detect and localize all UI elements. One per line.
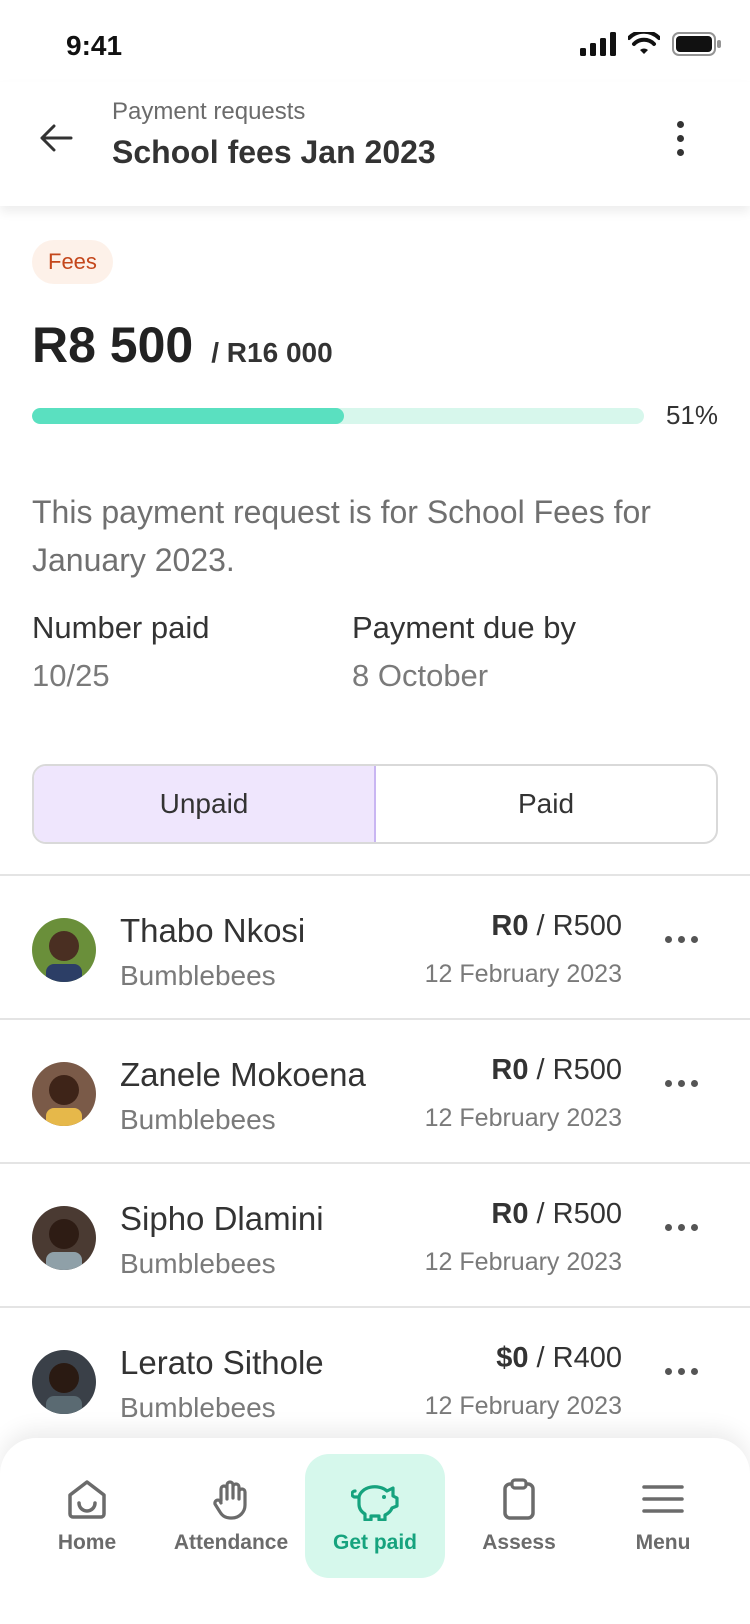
list-item[interactable]: Thabo Nkosi Bumblebees R0 / R500 12 Febr…: [0, 874, 750, 1018]
children-list: Thabo Nkosi Bumblebees R0 / R500 12 Febr…: [0, 874, 750, 1450]
more-options-button[interactable]: [662, 112, 698, 164]
child-name: Lerato Sithole: [120, 1344, 324, 1381]
list-item[interactable]: Sipho Dlamini Bumblebees R0 / R500 12 Fe…: [0, 1162, 750, 1306]
child-amount: R0 / R500: [491, 1198, 622, 1230]
avatar: [32, 1206, 96, 1270]
list-item[interactable]: Zanele Mokoena Bumblebees R0 / R500 12 F…: [0, 1018, 750, 1162]
clipboard-icon: [503, 1478, 535, 1520]
progress-percent: 51%: [665, 400, 718, 430]
dot-icon: [676, 134, 684, 142]
hand-icon: [213, 1480, 247, 1520]
nav-attendance-label: Attendance: [173, 1531, 289, 1554]
child-group: Bumblebees: [120, 960, 276, 991]
dot-icon: [678, 1224, 685, 1231]
dot-icon: [691, 936, 698, 943]
tab-paid[interactable]: Paid: [376, 766, 716, 842]
bottom-navigation: Home Attendance Get paid Assess Menu: [0, 1438, 750, 1624]
home-icon: [68, 1480, 106, 1519]
dot-icon: [691, 1080, 698, 1087]
nav-home[interactable]: Home: [17, 1454, 157, 1578]
row-more-button[interactable]: [665, 1224, 698, 1231]
battery-icon: [672, 32, 721, 56]
category-tag: Fees: [32, 240, 113, 284]
piggy-bank-icon: [351, 1485, 399, 1521]
number-paid-label: Number paid: [32, 610, 210, 645]
signal-icon: [580, 32, 616, 56]
top-app-bar: Payment requests School fees Jan 2023: [0, 82, 750, 206]
nav-attendance[interactable]: Attendance: [161, 1454, 301, 1578]
child-date: 12 February 2023: [424, 1248, 622, 1276]
amount-paid: R8 500: [32, 317, 194, 373]
nav-menu[interactable]: Menu: [593, 1454, 733, 1578]
child-name: Sipho Dlamini: [120, 1200, 324, 1237]
progress-bar: [32, 408, 644, 424]
due-date-label: Payment due by: [352, 610, 577, 645]
dot-icon: [676, 120, 684, 128]
dot-icon: [678, 1080, 685, 1087]
dot-icon: [665, 1368, 672, 1375]
nav-home-label: Home: [57, 1531, 117, 1554]
row-more-button[interactable]: [665, 936, 698, 943]
nav-assess-label: Assess: [482, 1531, 556, 1554]
list-item[interactable]: Lerato Sithole Bumblebees $0 / R400 12 F…: [0, 1306, 750, 1450]
child-amount: R0 / R500: [491, 910, 622, 942]
status-tabs: Unpaid Paid: [32, 764, 718, 844]
nav-get-paid[interactable]: Get paid: [305, 1454, 445, 1578]
child-date: 12 February 2023: [424, 1104, 622, 1132]
arrow-left-icon: [40, 124, 73, 152]
progress-fill: [32, 408, 345, 424]
dot-icon: [665, 1224, 672, 1231]
child-group: Bumblebees: [120, 1392, 276, 1423]
nav-assess[interactable]: Assess: [449, 1454, 589, 1578]
child-name: Zanele Mokoena: [120, 1056, 366, 1093]
due-date-stat: Payment due by 8 October: [352, 610, 576, 694]
child-date: 12 February 2023: [424, 1392, 622, 1420]
nav-menu-label: Menu: [635, 1531, 691, 1554]
request-description: This payment request is for School Fees …: [32, 494, 651, 578]
breadcrumb: Payment requests: [112, 98, 306, 125]
row-more-button[interactable]: [665, 1080, 698, 1087]
page-title: School fees Jan 2023: [112, 134, 436, 170]
dot-icon: [691, 1224, 698, 1231]
dot-icon: [665, 1080, 672, 1087]
avatar: [32, 918, 96, 982]
child-group: Bumblebees: [120, 1104, 276, 1135]
wifi-icon: [628, 32, 660, 54]
menu-icon: [642, 1485, 684, 1513]
number-paid-value: 10/25: [32, 658, 110, 693]
dot-icon: [678, 936, 685, 943]
due-date-value: 8 October: [352, 658, 489, 693]
amount-summary: R8 500 / R16 000: [32, 316, 333, 374]
avatar: [32, 1062, 96, 1126]
child-name: Thabo Nkosi: [120, 912, 306, 949]
tab-unpaid[interactable]: Unpaid: [34, 766, 376, 842]
number-paid-stat: Number paid 10/25: [32, 610, 209, 694]
back-button[interactable]: [36, 118, 76, 158]
child-amount: $0 / R400: [496, 1342, 622, 1374]
child-amount: R0 / R500: [491, 1054, 622, 1086]
dot-icon: [676, 148, 684, 156]
status-time: 9:41: [66, 30, 123, 61]
amount-total: / R16 000: [211, 337, 333, 368]
status-icons: [580, 32, 722, 56]
row-more-button[interactable]: [665, 1368, 698, 1375]
dot-icon: [678, 1368, 685, 1375]
child-group: Bumblebees: [120, 1248, 276, 1279]
dot-icon: [691, 1368, 698, 1375]
dot-icon: [665, 936, 672, 943]
avatar: [32, 1350, 96, 1414]
nav-get-paid-label: Get paid: [332, 1531, 417, 1554]
child-date: 12 February 2023: [424, 960, 622, 988]
